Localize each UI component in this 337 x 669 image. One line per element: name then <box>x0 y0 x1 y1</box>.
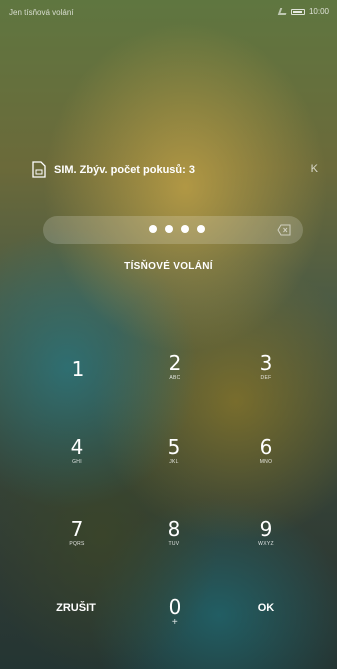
key-8[interactable]: 8 TUV <box>134 518 214 574</box>
key-digit: 2 <box>168 351 182 375</box>
key-3[interactable]: 3 DEF <box>226 352 306 408</box>
key-digit: 3 <box>259 351 273 375</box>
key-letters: + <box>171 617 179 628</box>
key-5[interactable]: 5 JKL <box>134 436 214 492</box>
sim-row-trailing-glyph: K <box>310 163 318 175</box>
ok-button[interactable]: OK <box>226 593 306 623</box>
key-7[interactable]: 7 PQRS <box>37 518 117 574</box>
key-letters: GHI <box>72 459 82 465</box>
pin-dot <box>149 225 157 233</box>
key-digit: 7 <box>70 517 84 541</box>
emergency-call-button[interactable]: TÍSŇOVÉ VOLÁNÍ <box>0 261 337 272</box>
key-letters: DEF <box>260 375 272 381</box>
backspace-icon[interactable] <box>277 223 291 241</box>
key-1[interactable]: 1 <box>38 358 118 414</box>
pin-input[interactable] <box>43 216 303 244</box>
key-4[interactable]: 4 GHI <box>37 436 117 492</box>
sim-card-icon <box>32 161 46 183</box>
pin-masked-dots <box>149 225 205 233</box>
key-digit: 8 <box>167 517 181 541</box>
sim-attempts-label: SIM. Zbýv. počet pokusů: 3 <box>54 164 195 176</box>
key-2[interactable]: 2 ABC <box>135 352 215 408</box>
key-digit: 9 <box>259 517 273 541</box>
cancel-button[interactable]: ZRUŠIT <box>36 593 116 623</box>
key-letters: JKL <box>169 459 179 465</box>
status-bar: Jen tísňová volání 10:00 <box>0 0 337 24</box>
status-time: 10:00 <box>308 7 329 16</box>
pin-dot <box>165 225 173 233</box>
status-emergency-only-text: Jen tísňová volání <box>9 8 74 17</box>
sim-status-row: SIM. Zbýv. počet pokusů: 3 K <box>32 161 322 181</box>
key-digit: 5 <box>167 435 181 459</box>
signal-icon <box>277 8 289 15</box>
status-right-group: 10:00 <box>277 7 329 16</box>
key-0[interactable]: 0 + <box>135 596 215 652</box>
key-letters: ABC <box>169 375 181 381</box>
key-letters: PQRS <box>69 541 85 547</box>
battery-icon <box>290 8 305 15</box>
pin-dot <box>181 225 189 233</box>
key-6[interactable]: 6 MNO <box>226 436 306 492</box>
key-letters: TUV <box>168 541 180 547</box>
key-9[interactable]: 9 WXYZ <box>226 518 306 574</box>
pin-dot <box>197 225 205 233</box>
key-digit: 6 <box>259 435 273 459</box>
key-letters: MNO <box>259 459 273 465</box>
key-digit: 0 <box>168 595 182 619</box>
key-digit: 4 <box>70 435 84 459</box>
key-letters: WXYZ <box>258 541 274 547</box>
key-digit: 1 <box>71 357 85 381</box>
